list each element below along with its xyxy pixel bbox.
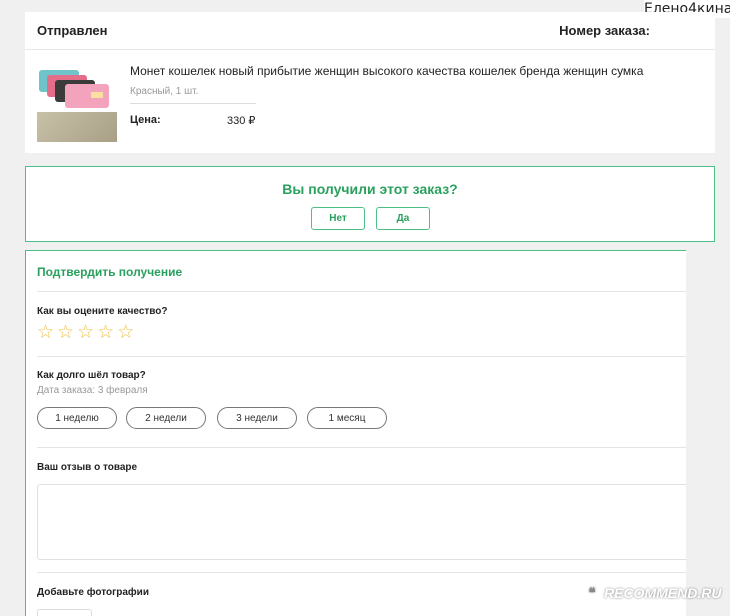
- order-date: Дата заказа: 3 февраля: [37, 385, 148, 396]
- star-rating[interactable]: ☆ ☆ ☆ ☆ ☆: [37, 322, 134, 342]
- divider: [37, 291, 686, 292]
- no-button[interactable]: Нет: [311, 207, 365, 230]
- star-icon[interactable]: ☆: [37, 322, 54, 342]
- duration-option-1-month[interactable]: 1 месяц: [307, 407, 387, 429]
- add-photo-button[interactable]: [37, 609, 92, 616]
- confirm-receipt-form: Подтвердить получение Как вы оцените кач…: [25, 250, 686, 616]
- divider: [37, 572, 686, 573]
- duration-option-3-weeks[interactable]: 3 недели: [217, 407, 297, 429]
- photos-label: Добавьте фотографии: [37, 587, 149, 598]
- divider: [130, 103, 256, 104]
- review-label: Ваш отзыв о товаре: [37, 462, 138, 473]
- order-status: Отправлен: [37, 23, 108, 38]
- price-label: Цена:: [130, 114, 161, 126]
- product-variant: Красный, 1 шт.: [130, 86, 199, 97]
- watermark: ❝ RECOMMEND.RU: [583, 584, 721, 602]
- product-image-detail[interactable]: [37, 112, 117, 142]
- review-textarea[interactable]: [37, 484, 686, 560]
- rating-question: Как вы оцените качество?: [37, 306, 168, 317]
- receipt-question-card: Вы получили этот заказ? Нет Да: [25, 166, 715, 242]
- receipt-question: Вы получили этот заказ?: [282, 181, 458, 197]
- product-row: Монет кошелек новый прибытие женщин высо…: [25, 50, 715, 153]
- order-header: Отправлен Номер заказа:: [25, 12, 715, 50]
- star-icon[interactable]: ☆: [117, 322, 134, 342]
- product-title[interactable]: Монет кошелек новый прибытие женщин высо…: [130, 64, 643, 78]
- order-number-label: Номер заказа:: [559, 23, 650, 38]
- yes-button[interactable]: Да: [376, 207, 430, 230]
- product-image[interactable]: [37, 66, 117, 110]
- divider: [37, 356, 686, 357]
- star-icon[interactable]: ☆: [77, 322, 94, 342]
- price-value: 330 ₽: [227, 115, 256, 127]
- order-card: Отправлен Номер заказа: Монет кошелек но…: [25, 12, 715, 153]
- delivery-question: Как долго шёл товар?: [37, 370, 146, 381]
- star-icon[interactable]: ☆: [57, 322, 74, 342]
- duration-option-1-week[interactable]: 1 неделю: [37, 407, 117, 429]
- confirm-title: Подтвердить получение: [37, 265, 183, 279]
- duration-option-2-weeks[interactable]: 2 недели: [126, 407, 206, 429]
- divider: [37, 447, 686, 448]
- recommend-logo-icon: ❝: [583, 584, 601, 602]
- watermark-text: RECOMMEND.RU: [604, 585, 722, 601]
- star-icon[interactable]: ☆: [97, 322, 114, 342]
